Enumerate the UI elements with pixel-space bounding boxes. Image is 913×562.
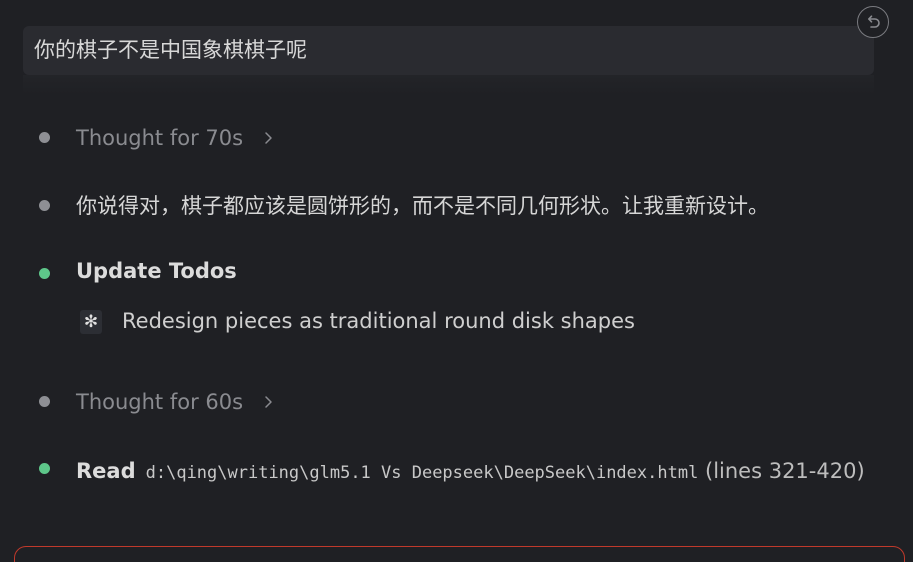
step-bullet: [39, 200, 50, 211]
thought-toggle-2[interactable]: Thought for 60s: [76, 390, 274, 414]
chevron-right-icon: [265, 132, 272, 144]
error-panel: [14, 546, 905, 562]
read-label: Read: [76, 459, 136, 483]
todo-item: Redesign pieces as traditional round dis…: [122, 309, 635, 333]
step-bullet-success: [39, 268, 50, 279]
step-bullet: [39, 132, 50, 143]
update-todos-title: Update Todos: [76, 259, 237, 283]
chat-panel: 你的棋子不是中国象棋棋子呢 Thought for 70s 你说得对，棋子都应该…: [0, 0, 913, 562]
chevron-right-icon: [265, 396, 272, 408]
thought-label: Thought for 60s: [76, 390, 244, 414]
todo-status-icon: ✻: [80, 310, 102, 334]
revert-button[interactable]: [857, 6, 889, 38]
user-message-fade: [23, 75, 874, 95]
undo-icon: [868, 15, 880, 28]
line-range: (lines 321-420): [705, 459, 865, 483]
assistant-reply: 你说得对，棋子都应该是圆饼形的，而不是不同几何形状。让我重新设计。: [76, 194, 769, 218]
file-path[interactable]: d:\qing\writing\glm5.1 Vs Deepseek\DeepS…: [146, 463, 699, 483]
thought-label: Thought for 70s: [76, 126, 244, 150]
thought-toggle-1[interactable]: Thought for 70s: [76, 126, 274, 150]
read-step[interactable]: Read d:\qing\writing\glm5.1 Vs Deepseek\D…: [76, 453, 876, 491]
step-bullet-success: [39, 463, 50, 474]
step-bullet: [39, 396, 50, 407]
user-message-text: 你的棋子不是中国象棋棋子呢: [34, 38, 307, 62]
user-message[interactable]: 你的棋子不是中国象棋棋子呢: [23, 26, 874, 75]
